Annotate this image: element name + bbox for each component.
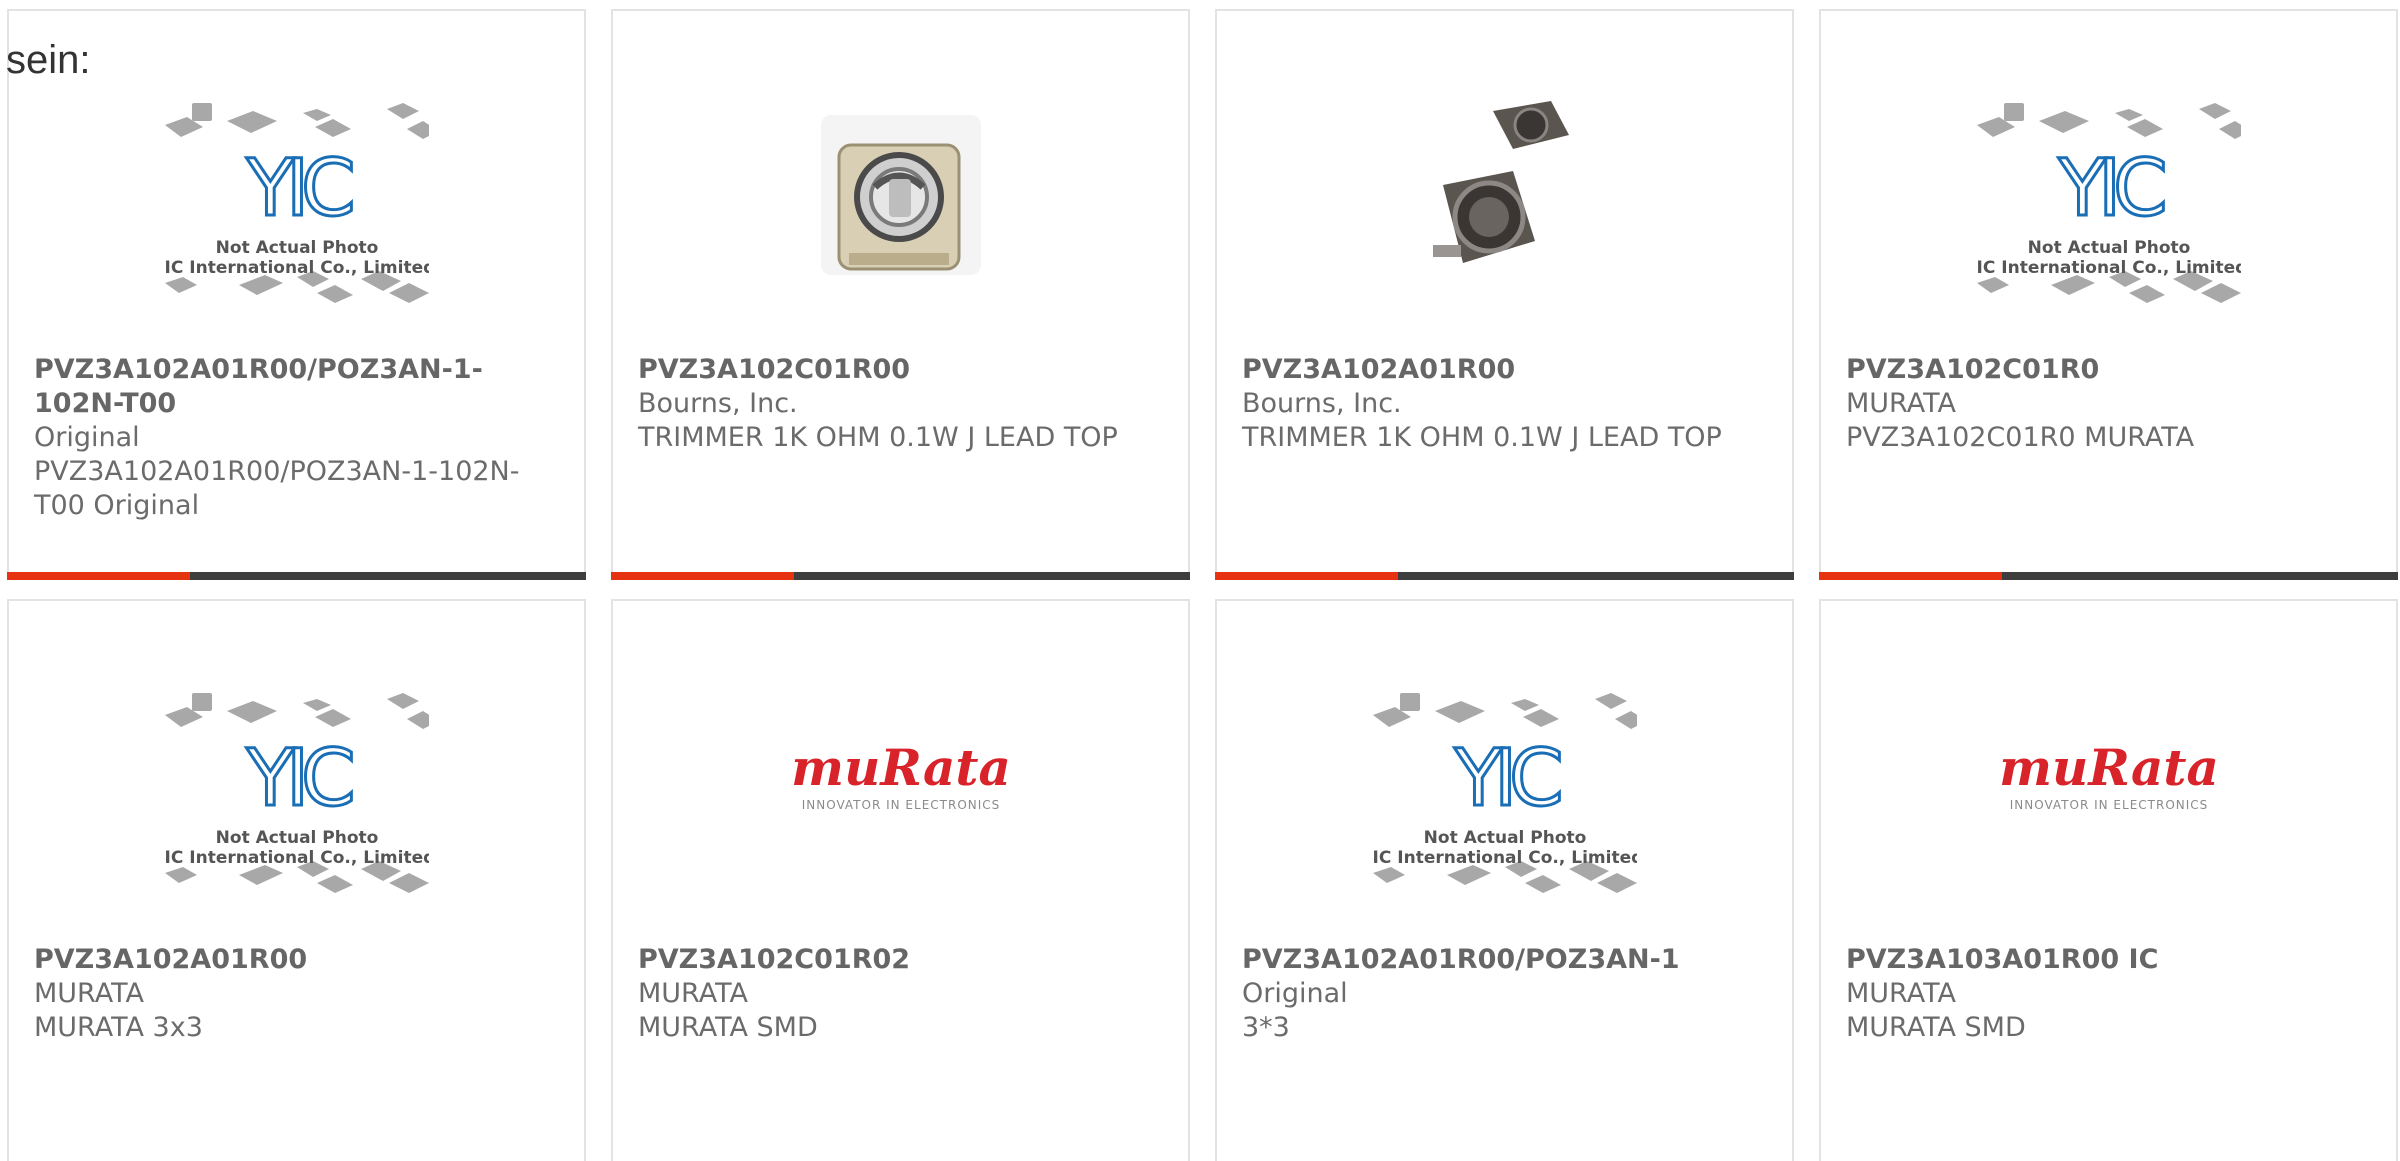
product-card[interactable]: muRata INNOVATOR IN ELECTRONICS PVZ3A103… bbox=[1819, 599, 2398, 1161]
intro-text: sein: bbox=[6, 38, 91, 82]
placeholder-line2: YIC International Co., Limited. bbox=[165, 258, 429, 278]
product-card[interactable]: PVZ3A102A01R00 Bourns, Inc. TRIMMER 1K O… bbox=[1215, 9, 1794, 580]
murata-logo-text: muRata bbox=[791, 738, 1011, 797]
card-bottom-bar bbox=[1819, 572, 2398, 580]
yic-placeholder-icon[interactable]: YIC Not Actual Photo YIC International C… bbox=[1372, 685, 1637, 925]
trimmer-photo-icon[interactable] bbox=[769, 95, 1033, 335]
part-number[interactable]: PVZ3A102A01R00 bbox=[1242, 353, 1772, 387]
svg-text:YIC: YIC bbox=[245, 144, 352, 234]
description: MURATA SMD bbox=[1846, 1012, 2026, 1043]
manufacturer: MURATA bbox=[1846, 388, 1956, 419]
product-card[interactable]: PVZ3A102C01R00 Bourns, Inc. TRIMMER 1K O… bbox=[611, 9, 1190, 580]
manufacturer: Bourns, Inc. bbox=[638, 388, 798, 419]
description: MURATA 3x3 bbox=[34, 1012, 203, 1043]
card-accent-bar bbox=[7, 572, 190, 580]
manufacturer: Original bbox=[1242, 978, 1348, 1009]
placeholder-line2: YIC International Co., Limited. bbox=[1977, 258, 2241, 278]
placeholder-line2: YIC International Co., Limited. bbox=[165, 848, 429, 868]
svg-text:YIC: YIC bbox=[1453, 734, 1560, 824]
description: TRIMMER 1K OHM 0.1W J LEAD TOP bbox=[1242, 422, 1722, 453]
part-number[interactable]: PVZ3A102A01R00/POZ3AN-1 bbox=[1242, 943, 1772, 977]
yic-placeholder-icon[interactable]: YIC Not Actual Photo YIC International C… bbox=[164, 95, 429, 335]
svg-text:YIC: YIC bbox=[245, 734, 352, 824]
placeholder-line1: Not Actual Photo bbox=[215, 238, 378, 258]
placeholder-line1: Not Actual Photo bbox=[1423, 828, 1586, 848]
card-bottom-bar bbox=[611, 572, 1190, 580]
card-accent-bar bbox=[1819, 572, 2002, 580]
placeholder-line2: YIC International Co., Limited. bbox=[1373, 848, 1637, 868]
yic-placeholder-icon[interactable]: YIC Not Actual Photo YIC International C… bbox=[164, 685, 429, 925]
murata-logo-icon[interactable]: muRata INNOVATOR IN ELECTRONICS bbox=[769, 685, 1033, 925]
card-accent-bar bbox=[611, 572, 794, 580]
murata-logo-icon[interactable]: muRata INNOVATOR IN ELECTRONICS bbox=[1977, 685, 2241, 925]
description: PVZ3A102A01R00/POZ3AN-1-102N-T00 Origina… bbox=[34, 456, 520, 521]
trimmer-pair-photo-icon[interactable] bbox=[1373, 95, 1637, 335]
murata-tagline: INNOVATOR IN ELECTRONICS bbox=[2009, 798, 2208, 812]
part-number[interactable]: PVZ3A102C01R0 bbox=[1846, 353, 2376, 387]
yic-placeholder-icon[interactable]: YIC Not Actual Photo YIC International C… bbox=[1976, 95, 2241, 335]
placeholder-line1: Not Actual Photo bbox=[215, 828, 378, 848]
manufacturer: MURATA bbox=[638, 978, 748, 1009]
part-number[interactable]: PVZ3A102C01R00 bbox=[638, 353, 1168, 387]
svg-text:YIC: YIC bbox=[2057, 144, 2164, 234]
description: TRIMMER 1K OHM 0.1W J LEAD TOP bbox=[638, 422, 1118, 453]
product-card[interactable]: YIC Not Actual Photo YIC International C… bbox=[1215, 599, 1794, 1161]
card-bottom-bar bbox=[7, 572, 586, 580]
murata-logo-text: muRata bbox=[1999, 738, 2219, 797]
product-card[interactable]: YIC Not Actual Photo YIC International C… bbox=[7, 599, 586, 1161]
manufacturer: Original bbox=[34, 422, 140, 453]
murata-tagline: INNOVATOR IN ELECTRONICS bbox=[801, 798, 1000, 812]
part-number[interactable]: PVZ3A102C01R02 bbox=[638, 943, 1168, 977]
manufacturer: MURATA bbox=[1846, 978, 1956, 1009]
product-card[interactable]: YIC Not Actual Photo YIC International C… bbox=[7, 9, 586, 580]
manufacturer: MURATA bbox=[34, 978, 144, 1009]
part-number[interactable]: PVZ3A103A01R00 IC bbox=[1846, 943, 2376, 977]
part-number[interactable]: PVZ3A102A01R00 bbox=[34, 943, 564, 977]
description: 3*3 bbox=[1242, 1012, 1290, 1043]
manufacturer: Bourns, Inc. bbox=[1242, 388, 1402, 419]
card-accent-bar bbox=[1215, 572, 1398, 580]
card-bottom-bar bbox=[1215, 572, 1794, 580]
description: PVZ3A102C01R0 MURATA bbox=[1846, 422, 2195, 453]
part-number[interactable]: PVZ3A102A01R00/POZ3AN-1-102N-T00 bbox=[34, 353, 564, 421]
description: MURATA SMD bbox=[638, 1012, 818, 1043]
placeholder-line1: Not Actual Photo bbox=[2027, 238, 2190, 258]
product-card[interactable]: YIC Not Actual Photo YIC International C… bbox=[1819, 9, 2398, 580]
product-card[interactable]: muRata INNOVATOR IN ELECTRONICS PVZ3A102… bbox=[611, 599, 1190, 1161]
